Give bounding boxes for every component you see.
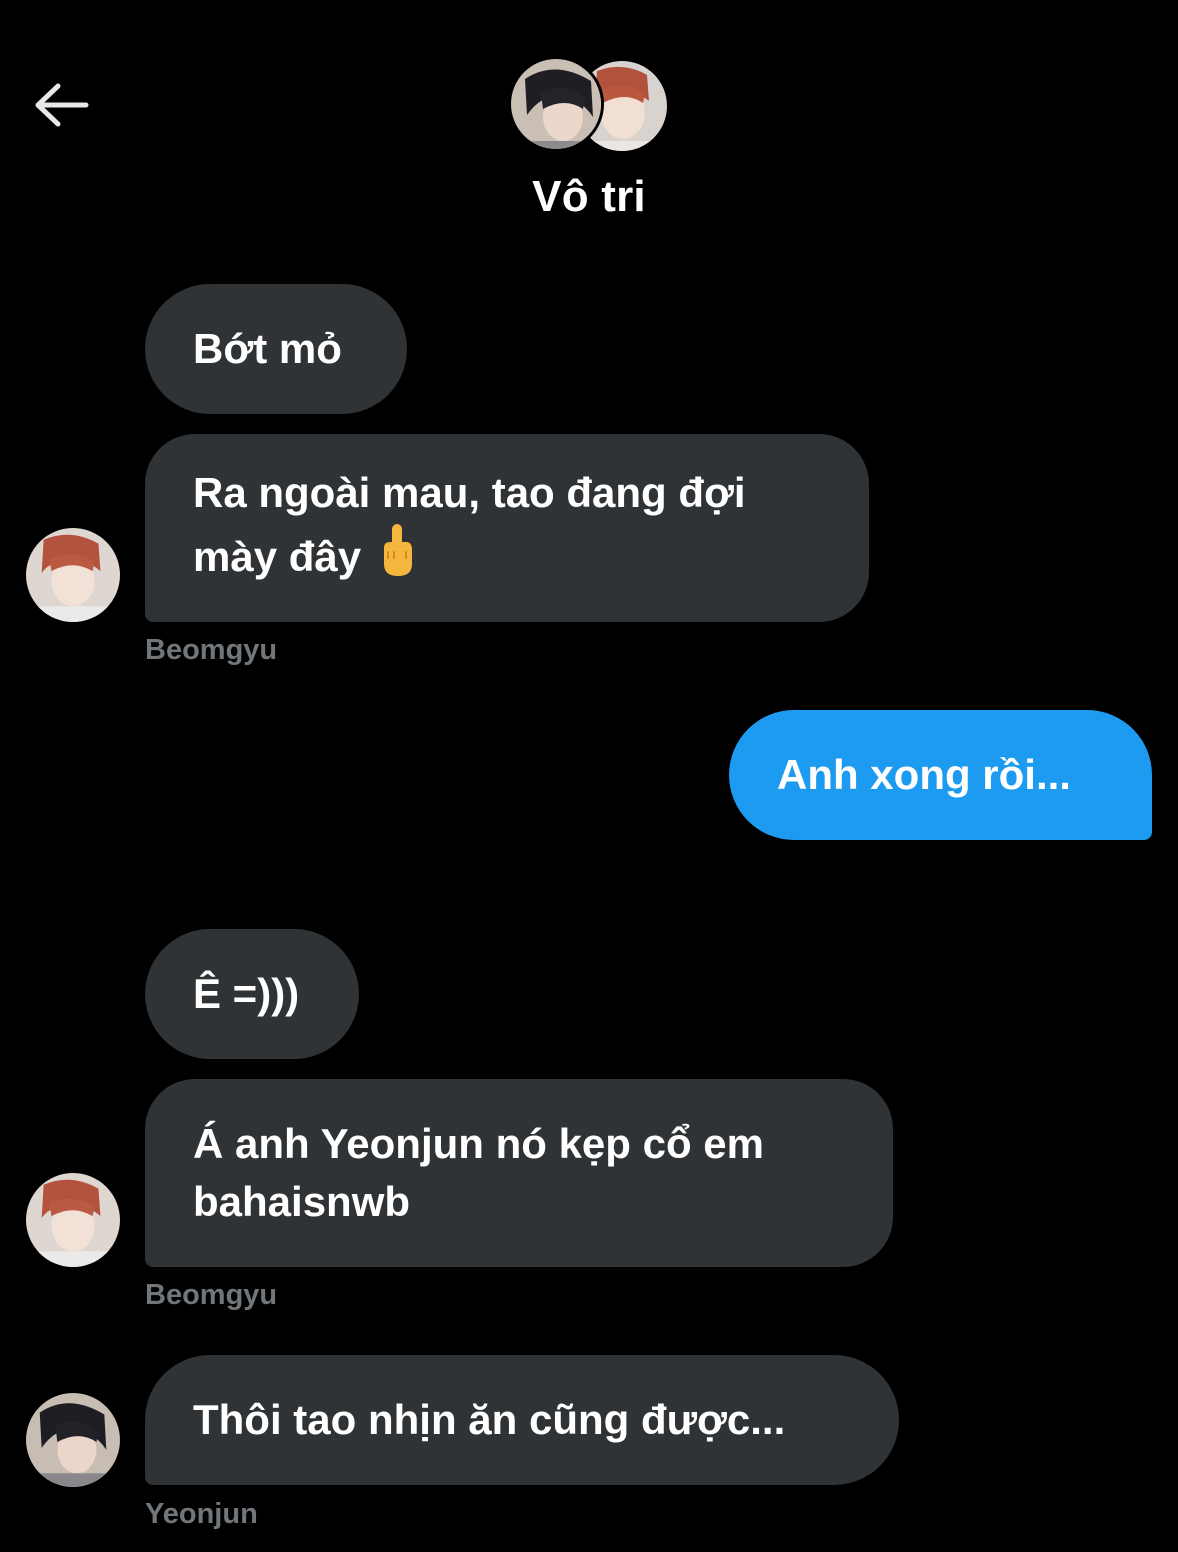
back-button[interactable] [28,78,94,134]
message-text: Bớt mỏ [193,325,342,372]
message-bubble-incoming[interactable]: Ra ngoài mau, tao đang đợi mày đây [145,434,869,622]
message-text-line-2: bahaisnwb [193,1178,411,1225]
message-text: Ra ngoài mau, tao đang đợi [193,468,746,516]
message-bubble-outgoing[interactable]: Anh xong rồi... [729,710,1152,840]
arrow-left-icon [35,83,89,127]
message-bubble-incoming[interactable]: Á anh Yeonjun nó kẹp cổ em bahaisnwb [145,1079,893,1267]
conversation-title[interactable]: Vô tri [0,172,1178,222]
middle-finger-emoji-icon [379,522,415,593]
sender-name: Beomgyu [145,634,278,666]
message-text: Anh xong rồi... [777,751,1071,798]
message-text: Ê =))) [193,970,300,1017]
sender-avatar-beomgyu[interactable] [26,1173,120,1267]
message-text: Á anh Yeonjun nó kẹp cổ em [193,1120,764,1167]
sender-name: Beomgyu [145,1279,278,1311]
message-text-line-2: mày đây [193,533,362,580]
sender-avatar-yeonjun[interactable] [26,1393,120,1487]
sender-avatar-beomgyu[interactable] [26,528,120,622]
sender-name: Yeonjun [145,1498,258,1530]
message-text: Thôi tao nhịn ăn cũng được... [193,1396,786,1443]
message-bubble-incoming[interactable]: Ê =))) [145,929,359,1059]
message-bubble-incoming[interactable]: Thôi tao nhịn ăn cũng được... [145,1355,899,1485]
message-bubble-incoming[interactable]: Bớt mỏ [145,284,407,414]
member-avatar-yeonjun [508,56,604,152]
group-avatar[interactable] [508,56,670,156]
